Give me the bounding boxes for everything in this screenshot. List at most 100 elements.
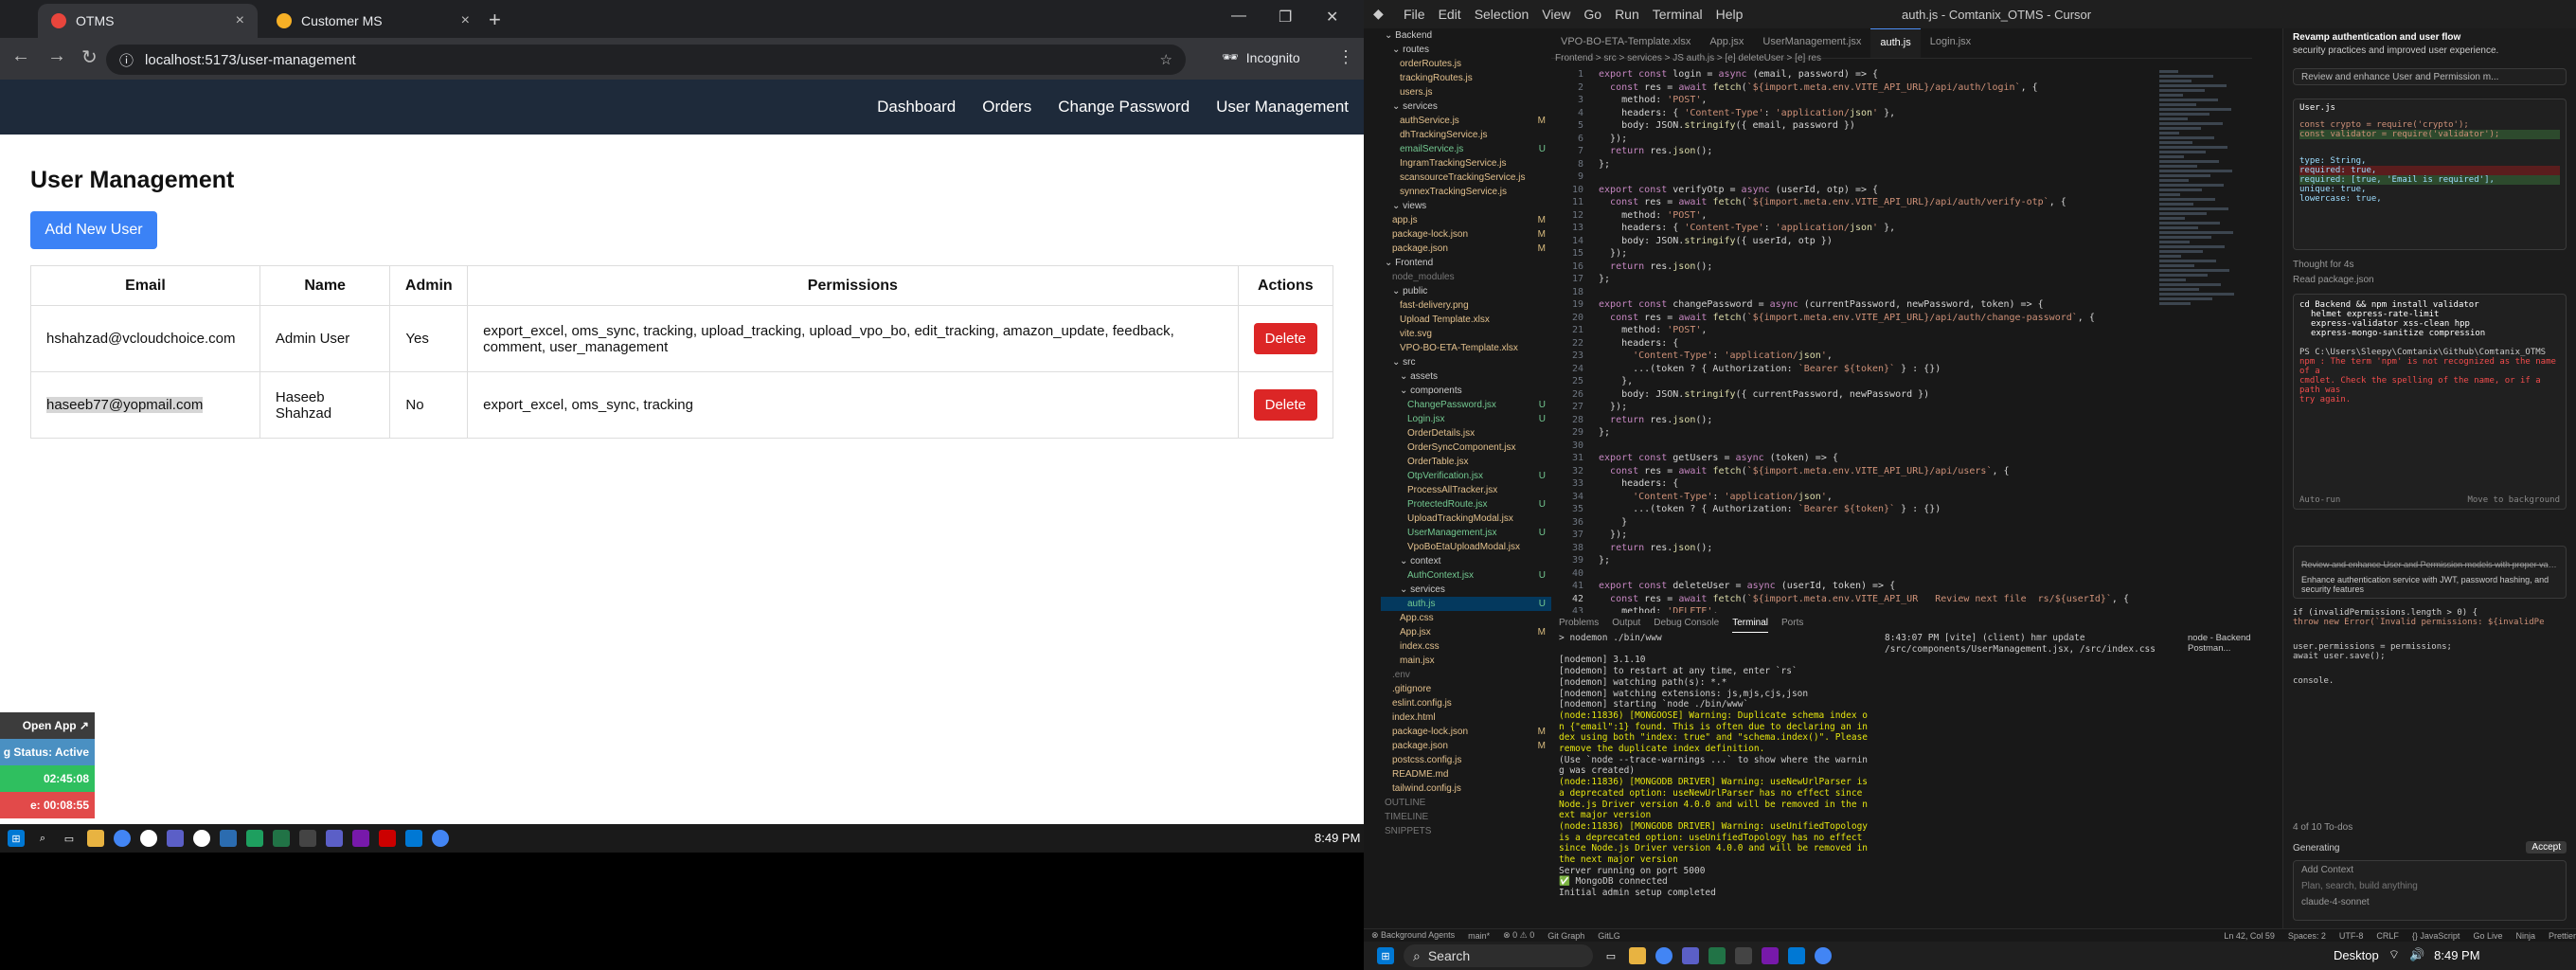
menu-help[interactable]: Help [1716,7,1744,22]
onenote-icon[interactable] [352,830,369,847]
vscode-icon[interactable] [405,830,422,847]
taskbar-clock[interactable]: 8:49 PM [1315,831,1360,845]
incognito-indicator[interactable]: 🕶 Incognito [1222,49,1300,65]
close-tab-icon[interactable]: × [461,12,470,29]
new-tab-icon[interactable]: + [489,8,501,32]
restore-icon[interactable]: ❐ [1279,8,1292,27]
excel-icon[interactable] [273,830,290,847]
back-icon[interactable]: ← [11,45,30,67]
site-info-icon[interactable]: ⓘ [119,50,134,70]
code-line[interactable]: 35 ...(token ? { Authorization: `Bearer … [1551,503,2157,516]
explorer-file[interactable]: package.json M [1381,739,1551,753]
move-to-background-button[interactable]: Move to background [2467,495,2560,505]
explorer-file[interactable]: README.md [1381,767,1551,781]
explorer-folder[interactable]: ⌄ public [1381,284,1551,298]
explorer-folder[interactable]: ⌄ services [1381,583,1551,597]
code-line[interactable]: 25 }, [1551,375,2157,388]
teams-icon[interactable] [167,830,184,847]
explorer-file[interactable]: package.json M [1381,242,1551,256]
explorer-file[interactable]: Upload Template.xlsx [1381,313,1551,327]
code-line[interactable]: 13 headers: { 'Content-Type': 'applicati… [1551,222,2157,235]
explorer-file[interactable]: OrderDetails.jsx [1381,426,1551,440]
todos-status[interactable]: 4 of 10 To-dos [2293,822,2567,833]
explorer-folder[interactable]: ⌄ context [1381,554,1551,568]
taskbar-search[interactable]: ⌕ Search [1404,944,1593,967]
status-item[interactable]: UTF-8 [2339,931,2364,941]
todo-item[interactable]: Review and enhance User and Permission m… [2293,68,2567,85]
status-item[interactable]: Git Graph [1547,931,1584,941]
terminal-list-item[interactable]: Postman... [2188,643,2254,654]
add-context-button[interactable]: Add Context [2301,865,2558,875]
chat-input-box[interactable]: Add Context Plan, search, build anything… [2293,860,2567,921]
status-item[interactable]: Ninja [2515,931,2535,941]
explorer-file[interactable]: dhTrackingService.js [1381,128,1551,142]
close-tab-icon[interactable]: × [236,12,244,29]
command-card[interactable]: cd Backend && npm install validator helm… [2293,294,2567,510]
status-item[interactable]: ⊗ 0 ⚠ 0 [1503,930,1534,941]
tab-terminal[interactable]: Terminal [1732,618,1769,633]
status-item[interactable]: Ln 42, Col 59 [2224,931,2275,941]
explorer-file[interactable]: .env [1381,668,1551,682]
explorer-file[interactable]: orderRoutes.js [1381,57,1551,71]
nav-dashboard[interactable]: Dashboard [877,98,956,117]
status-item[interactable]: CRLF [2376,931,2399,941]
tab-debug-console[interactable]: Debug Console [1654,618,1719,633]
todo-item-done[interactable]: Review and enhance User and Permission m… [2301,560,2558,569]
explorer-file[interactable]: auth.js U [1381,597,1551,611]
teams-icon[interactable] [326,830,343,847]
code-line[interactable]: 30 [1551,440,2157,453]
start-icon[interactable]: ⊞ [8,830,25,847]
code-line[interactable]: 22 headers: { [1551,337,2157,350]
nav-user-management[interactable]: User Management [1216,98,1349,117]
status-item[interactable]: Prettier [2549,931,2576,941]
explorer-file[interactable]: App.jsx M [1381,625,1551,639]
app-icon[interactable] [140,830,157,847]
explorer-file[interactable]: index.html [1381,710,1551,725]
app-icon[interactable] [220,830,237,847]
browser-tab-otms[interactable]: OTMS × [38,4,258,38]
code-line[interactable]: 5 body: JSON.stringify({ email, password… [1551,119,2157,133]
taskbar-clock[interactable]: 8:49 PM [2434,948,2479,962]
menu-edit[interactable]: Edit [1439,7,1461,22]
explorer-folder[interactable]: ⌄ assets [1381,369,1551,384]
code-line[interactable]: 10 export const verifyOtp = async (userId… [1551,184,2157,197]
close-window-icon[interactable]: ✕ [1326,8,1338,27]
auto-run-label[interactable]: Auto-run [2299,495,2340,505]
code-line[interactable]: 32 const res = await fetch(`${import.met… [1551,465,2157,478]
code-line[interactable]: 37 }); [1551,529,2157,542]
terminal-frontend[interactable]: 8:43:07 PM [vite] (client) hmr update /s… [1885,633,2178,728]
code-line[interactable]: 27 }); [1551,401,2157,414]
explorer-folder[interactable]: ⌄ src [1381,355,1551,369]
explorer-folder[interactable]: ⌄ Backend [1381,28,1551,43]
code-line[interactable]: 18 [1551,286,2157,299]
breadcrumb[interactable]: Frontend > src > services > JS auth.js >… [1551,53,2252,68]
explorer-file[interactable]: emailService.js U [1381,142,1551,156]
code-line[interactable]: 29}; [1551,426,2157,440]
code-line[interactable]: 8}; [1551,158,2157,171]
terminal-backend[interactable]: > nodemon ./bin/www [nodemon] 3.1.10 [nod… [1559,633,1871,903]
volume-icon[interactable]: 🔊 [2409,947,2424,962]
onenote-icon[interactable] [1762,947,1779,964]
explorer-file[interactable]: package-lock.json M [1381,725,1551,739]
thought-label[interactable]: Thought for 4s [2293,260,2567,270]
todo-item[interactable]: Enhance authentication service with JWT,… [2301,575,2558,594]
explorer-file[interactable]: Login.jsx U [1381,412,1551,426]
minimize-icon[interactable]: — [1231,8,1246,25]
code-line[interactable]: 4 headers: { 'Content-Type': 'applicatio… [1551,107,2157,120]
forward-icon[interactable]: → [47,45,66,67]
app-icon[interactable] [379,830,396,847]
menu-selection[interactable]: Selection [1475,7,1530,22]
status-item[interactable]: main* [1468,931,1490,941]
chrome-icon[interactable] [114,830,131,847]
code-line[interactable]: 39}; [1551,554,2157,567]
code-line[interactable]: 24 ...(token ? { Authorization: `Bearer … [1551,363,2157,376]
explorer-file[interactable]: VPO-BO-ETA-Template.xlsx [1381,341,1551,355]
file-explorer-icon[interactable] [87,830,104,847]
code-line[interactable]: 9 [1551,171,2157,184]
explorer-file[interactable]: OrderSyncComponent.jsx [1381,440,1551,455]
explorer-file[interactable]: node_modules [1381,270,1551,284]
file-explorer-icon[interactable] [1629,947,1646,964]
explorer-file[interactable]: VpoBoEtaUploadModal.jsx [1381,540,1551,554]
tab-ports[interactable]: Ports [1781,618,1803,633]
code-line[interactable]: 28 return res.json(); [1551,414,2157,427]
